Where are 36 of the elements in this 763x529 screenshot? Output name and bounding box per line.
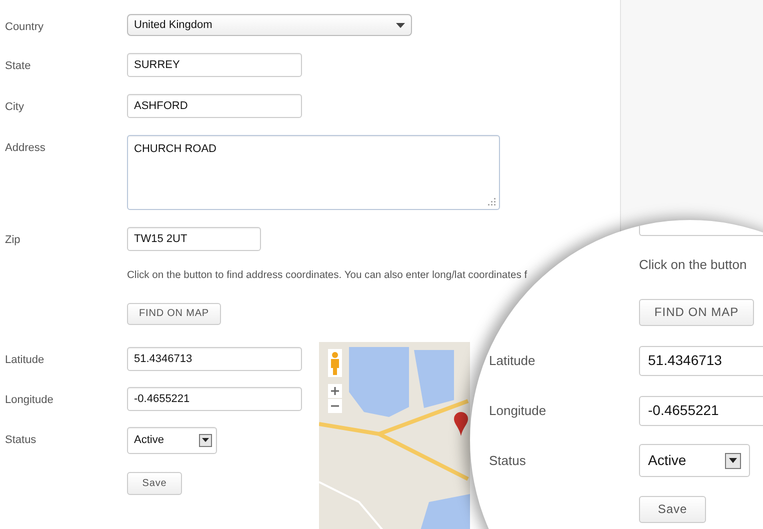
find-on-map-button[interactable]: FIND ON MAP [127, 302, 221, 325]
zoom-in-icon[interactable] [328, 384, 342, 398]
save-button[interactable]: Save [127, 472, 182, 495]
input-field[interactable]: TW15 2UT [127, 227, 261, 251]
field-label: Zip [4, 233, 22, 248]
field-label: State [4, 59, 32, 74]
input-field[interactable]: -0.4655221 [127, 386, 302, 411]
country-select[interactable]: United Kingdom [127, 14, 412, 36]
reservoir-shape [419, 494, 470, 529]
status-select[interactable]: Active [639, 444, 750, 477]
field-label: Address [4, 141, 46, 156]
input-field[interactable]: ASHFORD [127, 94, 302, 118]
field-label: Status [489, 452, 527, 470]
input-field[interactable]: 51.4346713 [639, 346, 763, 376]
field-label: Status [4, 432, 38, 448]
map-pin-icon [454, 412, 468, 436]
field-label: Longitude [4, 392, 54, 408]
field-label: City [4, 100, 25, 115]
input-field[interactable]: SURREY [127, 53, 302, 77]
field-label: Latitude [489, 352, 536, 370]
input-field[interactable]: -0.4655221 [639, 396, 763, 426]
address-field[interactable]: CHURCH ROAD [127, 135, 500, 210]
caret-icon [396, 22, 405, 28]
help-text: Click on the button [639, 256, 748, 274]
field-label: Country [4, 20, 45, 35]
input-field[interactable]: 51.4346713 [127, 346, 302, 371]
find-on-map-button[interactable]: FIND ON MAP [639, 298, 754, 326]
field-label: Longitude [489, 402, 548, 420]
reservoir-shape [349, 346, 409, 417]
help-text: Click on the button to find address coordinates. You can also enter long/lat coordinates f [127, 269, 528, 283]
field-label: Latitude [4, 352, 46, 368]
save-button[interactable]: Save [639, 496, 706, 522]
status-select[interactable]: Active [127, 426, 217, 454]
reservoir-shape [414, 350, 454, 408]
zoom-out-icon[interactable] [328, 398, 342, 413]
resize-grip-icon [488, 198, 496, 206]
